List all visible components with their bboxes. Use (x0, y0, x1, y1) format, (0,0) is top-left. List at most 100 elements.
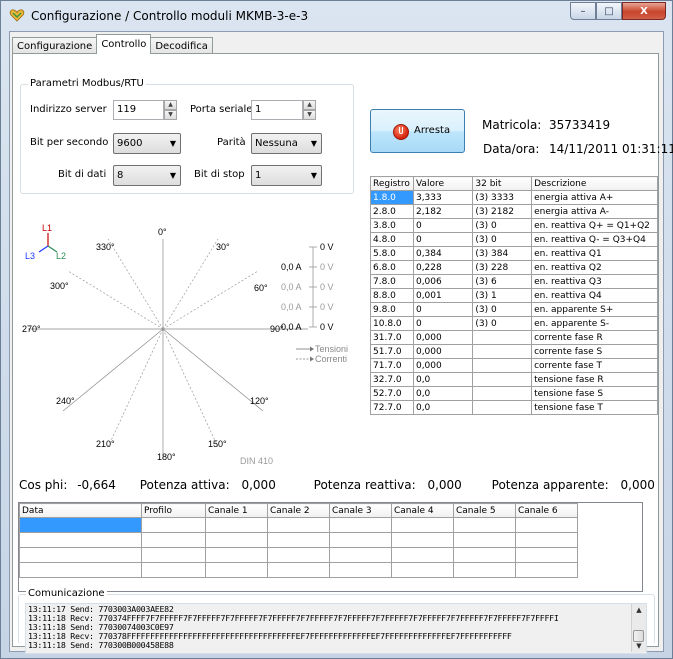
table-row[interactable]: 31.7.0 0,000 corrente fase R (370, 330, 658, 345)
table-cell[interactable]: (3) 0 (472, 232, 533, 247)
table-row[interactable] (19, 547, 578, 563)
table-cell[interactable] (329, 517, 392, 533)
table-cell[interactable] (205, 547, 268, 563)
table-cell[interactable] (391, 562, 454, 578)
table-cell[interactable]: 0 (412, 232, 474, 247)
table-cell[interactable]: (3) 0 (472, 316, 533, 331)
table-cell[interactable]: 2.8.0 (370, 204, 414, 219)
column-header-canale-5[interactable]: Canale 5 (453, 503, 516, 518)
table-cell[interactable]: 1.8.0 (370, 190, 414, 205)
table-cell[interactable] (391, 547, 454, 563)
table-cell[interactable]: 0,0 (412, 386, 474, 401)
table-cell[interactable] (141, 517, 206, 533)
table-cell[interactable] (472, 372, 533, 387)
table-cell[interactable] (472, 386, 533, 401)
table-cell[interactable] (472, 344, 533, 359)
table-cell[interactable]: 2,182 (412, 204, 474, 219)
table-row[interactable]: 6.8.0 0,228 (3) 228 en. reattiva Q2 (370, 260, 658, 275)
table-row[interactable] (19, 562, 578, 578)
column-header-canale-2[interactable]: Canale 2 (267, 503, 330, 518)
table-cell[interactable] (391, 517, 454, 533)
table-cell[interactable]: (3) 0 (472, 302, 533, 317)
table-row[interactable]: 72.7.0 0,0 tensione fase T (370, 400, 658, 415)
table-cell[interactable]: en. reattiva Q3 (531, 274, 658, 289)
table-cell[interactable]: 9.8.0 (370, 302, 414, 317)
baud-rate-select[interactable]: 9600 ▼ (113, 133, 181, 154)
table-cell[interactable] (453, 532, 516, 548)
stepper-down-icon[interactable]: ▼ (303, 110, 316, 120)
scroll-down-icon[interactable]: ▼ (632, 640, 646, 652)
column-header-canale-4[interactable]: Canale 4 (391, 503, 454, 518)
column-header-32bit[interactable]: 32 bit (472, 176, 533, 191)
column-header-descrizione[interactable]: Descrizione (531, 176, 658, 191)
server-address-stepper[interactable]: ▲ ▼ (164, 100, 177, 120)
table-cell[interactable]: 0 (412, 316, 474, 331)
minimize-button[interactable]: – (570, 2, 596, 20)
table-row[interactable]: 51.7.0 0,000 corrente fase S (370, 344, 658, 359)
maximize-button[interactable]: □ (596, 2, 622, 20)
table-cell[interactable]: en. reattiva Q2 (531, 260, 658, 275)
table-cell[interactable]: en. reattiva Q4 (531, 288, 658, 303)
close-button[interactable]: X (622, 2, 666, 20)
table-cell[interactable] (141, 532, 206, 548)
registers-table[interactable]: Registro Valore 32 bit Descrizione 1.8.0… (370, 176, 658, 415)
tab-configurazione[interactable]: Configurazione (12, 37, 98, 54)
table-cell[interactable] (205, 517, 268, 533)
table-cell[interactable]: 52.7.0 (370, 386, 414, 401)
table-cell[interactable]: 71.7.0 (370, 358, 414, 373)
table-cell[interactable]: 0,006 (412, 274, 474, 289)
table-cell[interactable]: 31.7.0 (370, 330, 414, 345)
table-cell[interactable]: 32.7.0 (370, 372, 414, 387)
table-cell[interactable]: 0,0 (412, 400, 474, 415)
table-cell[interactable]: 0 (412, 218, 474, 233)
table-row[interactable]: 1.8.0 3,333 (3) 3333 energia attiva A+ (370, 190, 658, 205)
log-scrollbar[interactable]: ▲ ▼ (631, 604, 646, 652)
table-row[interactable]: 52.7.0 0,0 tensione fase S (370, 386, 658, 401)
stepper-up-icon[interactable]: ▲ (164, 100, 177, 110)
table-cell[interactable]: en. reattiva Q1 (531, 246, 658, 261)
column-header-canale-3[interactable]: Canale 3 (329, 503, 392, 518)
table-cell[interactable]: energia attiva A+ (531, 190, 658, 205)
table-cell[interactable]: 10.8.0 (370, 316, 414, 331)
table-cell[interactable]: (3) 1 (472, 288, 533, 303)
table-cell[interactable] (141, 562, 206, 578)
table-cell[interactable] (515, 562, 578, 578)
table-cell[interactable] (267, 547, 330, 563)
table-row[interactable]: 2.8.0 2,182 (3) 2182 energia attiva A- (370, 204, 658, 219)
stop-button[interactable]: Arresta (370, 109, 465, 153)
table-cell[interactable] (472, 330, 533, 345)
table-cell[interactable]: corrente fase S (531, 344, 658, 359)
table-cell[interactable] (472, 400, 533, 415)
table-cell[interactable] (515, 517, 578, 533)
table-cell[interactable] (453, 517, 516, 533)
table-cell[interactable]: 0,001 (412, 288, 474, 303)
table-cell[interactable] (329, 547, 392, 563)
table-row[interactable] (19, 517, 578, 533)
table-cell[interactable]: corrente fase R (531, 330, 658, 345)
tab-decodifica[interactable]: Decodifica (150, 37, 213, 54)
scroll-up-icon[interactable]: ▲ (632, 604, 646, 616)
table-cell[interactable]: 3,333 (412, 190, 474, 205)
table-row[interactable]: 32.7.0 0,0 tensione fase R (370, 372, 658, 387)
table-cell[interactable]: 72.7.0 (370, 400, 414, 415)
table-cell[interactable]: en. reattiva Q- = Q3+Q4 (531, 232, 658, 247)
table-row[interactable]: 10.8.0 0 (3) 0 en. apparente S- (370, 316, 658, 331)
column-header-valore[interactable]: Valore (412, 176, 474, 191)
table-cell[interactable] (19, 547, 142, 563)
table-cell[interactable] (205, 562, 268, 578)
table-cell[interactable]: 0,000 (412, 344, 474, 359)
table-row[interactable]: 8.8.0 0,001 (3) 1 en. reattiva Q4 (370, 288, 658, 303)
table-cell[interactable]: (3) 0 (472, 218, 533, 233)
table-cell[interactable] (205, 532, 268, 548)
title-bar[interactable]: Configurazione / Controllo moduli MKMB-3… (1, 1, 672, 31)
table-cell[interactable]: 4.8.0 (370, 232, 414, 247)
stepper-up-icon[interactable]: ▲ (303, 100, 316, 110)
table-cell[interactable]: 7.8.0 (370, 274, 414, 289)
table-cell[interactable] (391, 532, 454, 548)
table-cell[interactable]: (3) 384 (472, 246, 533, 261)
table-cell[interactable]: 0,000 (412, 358, 474, 373)
table-row[interactable]: 3.8.0 0 (3) 0 en. reattiva Q+ = Q1+Q2 (370, 218, 658, 233)
table-cell[interactable]: 0,228 (412, 260, 474, 275)
table-cell[interactable] (267, 532, 330, 548)
table-row[interactable]: 7.8.0 0,006 (3) 6 en. reattiva Q3 (370, 274, 658, 289)
